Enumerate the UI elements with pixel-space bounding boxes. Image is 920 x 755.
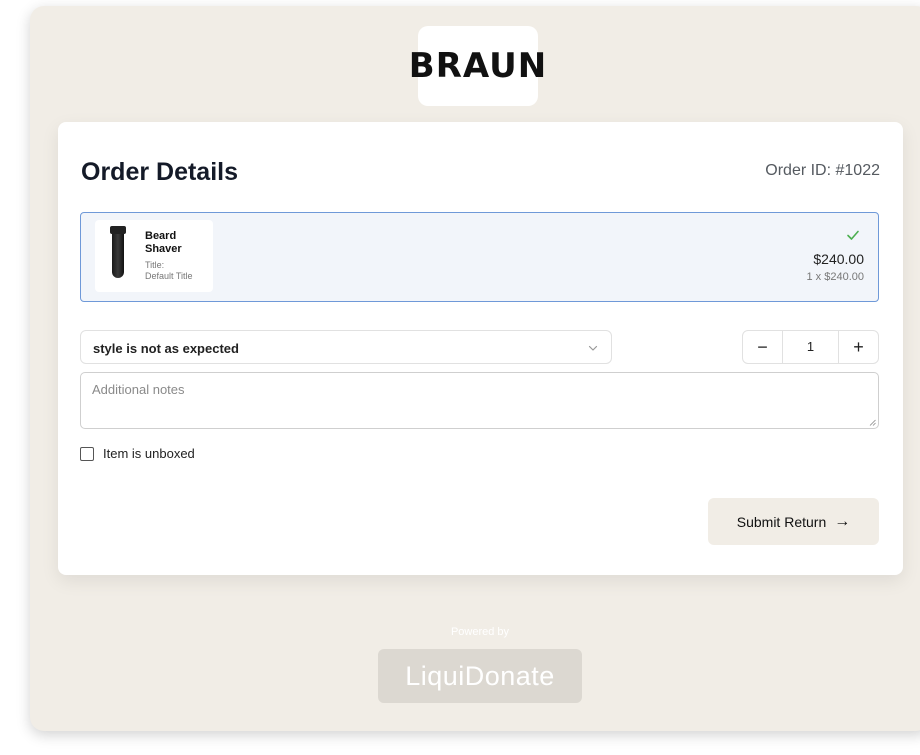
product-image bbox=[101, 226, 133, 282]
submit-return-button[interactable]: Submit Return → bbox=[708, 498, 879, 545]
item-title-label: Title: bbox=[145, 260, 165, 270]
return-reason-select[interactable]: style is not as expected bbox=[80, 330, 612, 364]
resize-handle-icon[interactable] bbox=[869, 419, 876, 426]
brand-logo: BRAUN bbox=[409, 26, 546, 106]
liquidonate-logo[interactable]: LiquiDonate bbox=[378, 649, 582, 703]
checkmark-icon bbox=[847, 230, 859, 240]
brand-logo-text: BRAUN bbox=[408, 46, 548, 86]
additional-notes-field[interactable]: Additional notes bbox=[80, 372, 879, 429]
order-item[interactable]: Beard Shaver Title: Default Title $240.0… bbox=[80, 212, 879, 302]
chevron-down-icon bbox=[588, 345, 598, 351]
item-qty-price: 1 x $240.00 bbox=[806, 271, 865, 283]
order-id: Order ID: #1022 bbox=[765, 162, 880, 179]
page-title: Order Details bbox=[81, 158, 239, 186]
item-name: Beard Shaver bbox=[145, 230, 182, 255]
return-reason-value: style is not as expected bbox=[93, 341, 239, 356]
order-card: Order Details Order ID: #1022 Beard Shav… bbox=[58, 122, 903, 575]
item-summary: Beard Shaver Title: Default Title bbox=[95, 220, 213, 292]
arrow-right-icon: → bbox=[834, 512, 851, 530]
decrease-quantity-button[interactable]: − bbox=[743, 331, 783, 363]
submit-return-label: Submit Return bbox=[736, 513, 827, 530]
item-unboxed-checkbox[interactable] bbox=[80, 447, 94, 461]
item-unboxed-label[interactable]: Item is unboxed bbox=[103, 446, 195, 461]
notes-placeholder: Additional notes bbox=[92, 382, 185, 397]
powered-by-label: Powered by bbox=[450, 626, 510, 638]
quantity-value[interactable]: 1 bbox=[783, 331, 838, 363]
quantity-stepper: − 1 + bbox=[742, 330, 879, 364]
liquidonate-logo-text: LiquiDonate bbox=[405, 660, 555, 691]
item-title-value: Default Title bbox=[145, 271, 193, 281]
increase-quantity-button[interactable]: + bbox=[838, 331, 878, 363]
item-price: $240.00 bbox=[813, 251, 864, 267]
